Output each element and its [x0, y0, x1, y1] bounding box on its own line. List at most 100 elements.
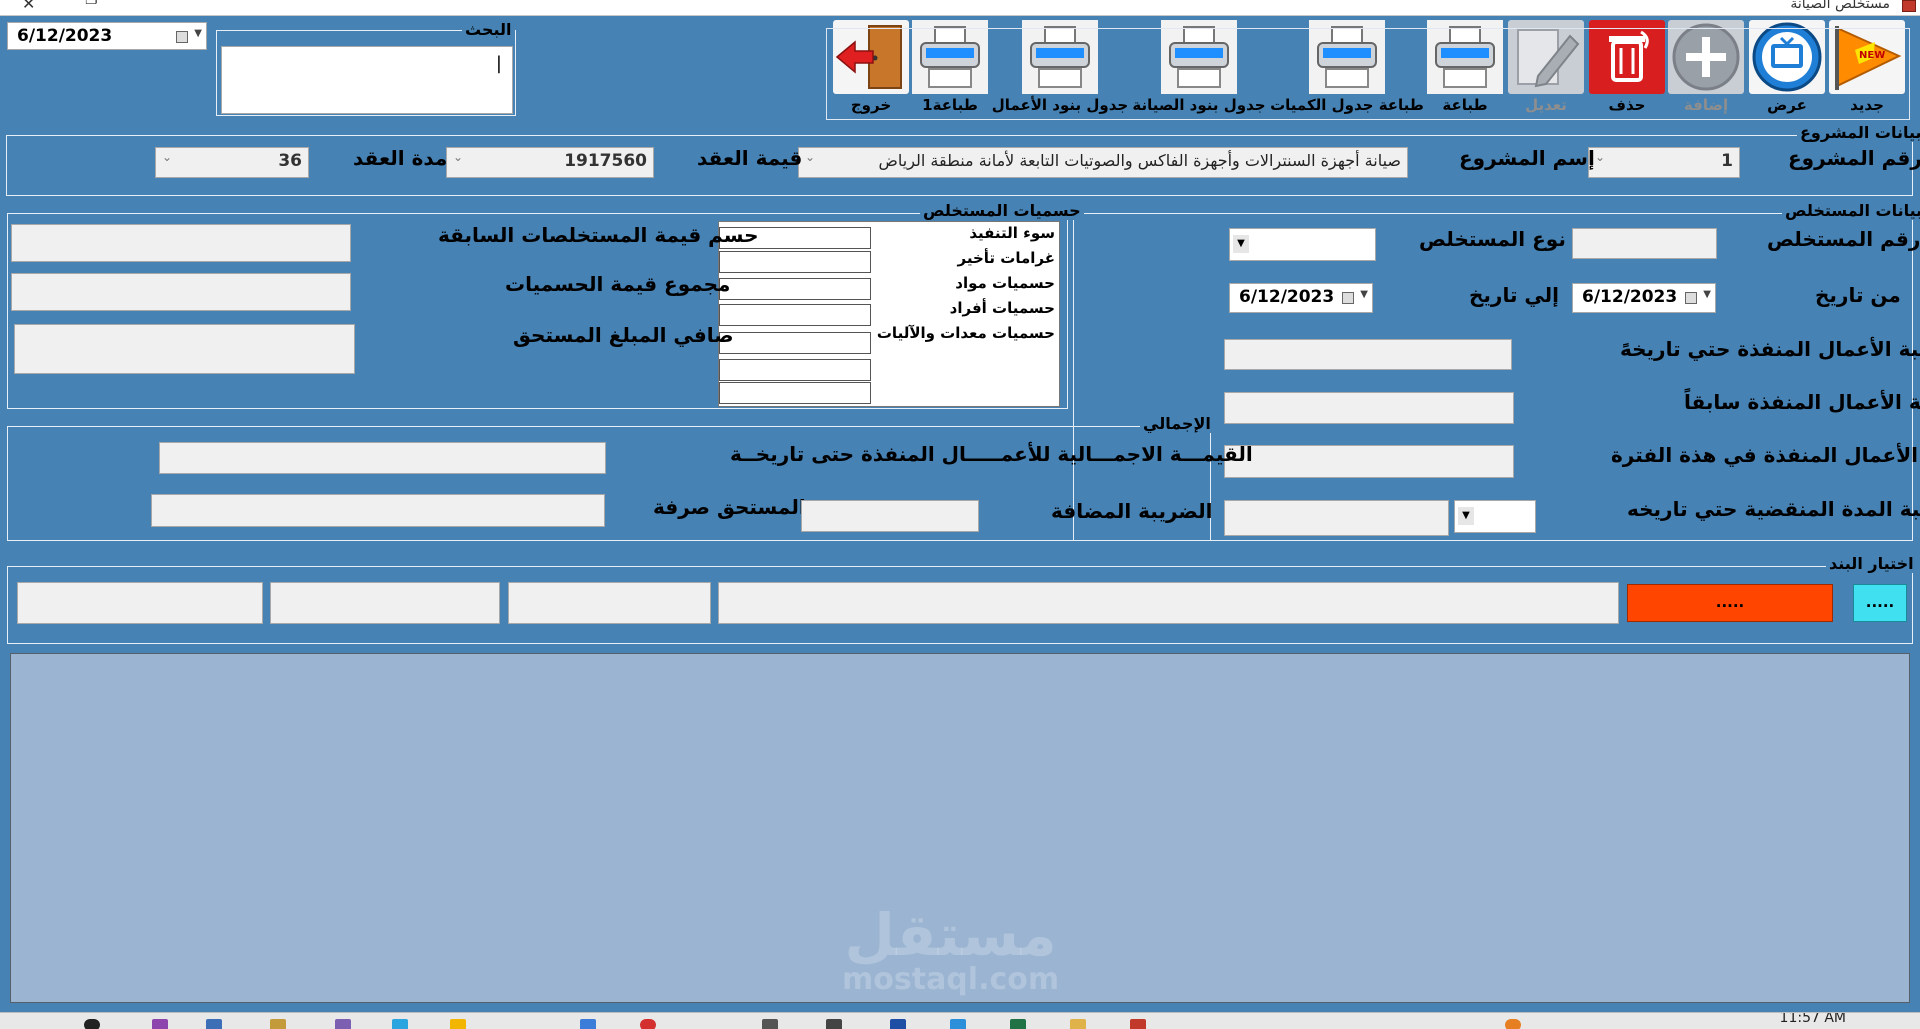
app-icon-11[interactable] — [890, 1019, 906, 1029]
total-deductions-label: مجموع قيمة الحسميات — [505, 272, 731, 296]
extract-type-dropdown[interactable]: ▼ — [1229, 228, 1376, 261]
taskbar: 11:57 AM — [0, 1012, 1920, 1029]
search-input[interactable]: | — [221, 46, 513, 114]
item-orange-button[interactable]: ..... — [1627, 584, 1833, 622]
app-icon-6[interactable] — [450, 1019, 466, 1029]
vat-label: الضريبة المضافة — [1051, 499, 1213, 523]
app-icon-4[interactable] — [335, 1019, 351, 1029]
deduction-input-3[interactable] — [719, 278, 871, 300]
pct-to-date-field[interactable] — [1224, 339, 1512, 370]
due-payment-field[interactable] — [151, 494, 605, 527]
project-name-value: صيانة أجهزة السنترالات وأجهزة الفاكس وال… — [878, 151, 1401, 170]
vat-field[interactable] — [801, 500, 979, 532]
from-date-value: 6/12/2023 — [1582, 287, 1678, 307]
deduction-input-2[interactable] — [719, 251, 871, 273]
maximize-icon[interactable]: ❐ — [85, 0, 98, 8]
app-icon-3[interactable] — [270, 1019, 286, 1029]
chevron-down-icon: ⌄ — [453, 150, 464, 164]
app-icon-12[interactable] — [950, 1019, 966, 1029]
contract-value-value: 1917560 — [564, 151, 647, 171]
total-deductions-field[interactable] — [11, 273, 351, 311]
project-name-combo[interactable]: صيانة أجهزة السنترالات وأجهزة الفاكس وال… — [798, 147, 1408, 178]
search-icon[interactable] — [84, 1019, 100, 1029]
app-icon-15[interactable] — [1130, 1019, 1146, 1029]
calendar-icon — [176, 31, 188, 43]
watermark: مستقل mostaql.com — [842, 905, 1059, 995]
calendar-icon — [1342, 292, 1354, 304]
app-icon-10[interactable] — [826, 1019, 842, 1029]
net-due-label: صافي المبلغ المستحق — [513, 323, 734, 347]
deduction-item-delay-fines: غرامات تأخير — [957, 249, 1055, 267]
app-icon-14[interactable] — [1070, 1019, 1086, 1029]
totals-group-title: الإجمالي — [1140, 414, 1214, 433]
pct-elapsed-field[interactable] — [1224, 500, 1449, 536]
close-icon[interactable]: ✕ — [22, 0, 35, 13]
project-number-combo[interactable]: 1 ⌄ — [1588, 147, 1740, 178]
tray-icon[interactable] — [1505, 1019, 1521, 1029]
app-icon-13[interactable] — [1010, 1019, 1026, 1029]
item-field-description[interactable] — [718, 582, 1619, 624]
extract-group-title: بيانات المستخلص — [1782, 201, 1920, 220]
chevron-down-icon: ⌄ — [805, 150, 816, 164]
clock-time: 11:57 AM — [1779, 1012, 1846, 1026]
chevron-down-icon: ▼ — [1360, 289, 1368, 300]
chevron-down-icon: ▼ — [1458, 507, 1474, 525]
top-date-picker[interactable]: 6/12/2023 ▼ — [7, 22, 207, 50]
pct-period-field[interactable] — [1224, 445, 1514, 478]
item-field-2[interactable] — [270, 582, 500, 624]
item-field-1[interactable] — [17, 582, 263, 624]
item-cyan-button[interactable]: ..... — [1853, 584, 1907, 622]
extract-number-field[interactable] — [1572, 228, 1717, 259]
deductions-list: سوء التنفيذ غرامات تأخير حسميات مواد حسم… — [718, 221, 1060, 407]
app-icon-5[interactable] — [392, 1019, 408, 1029]
contract-value-combo[interactable]: 1917560 ⌄ — [446, 147, 654, 178]
pct-previous-field[interactable] — [1224, 392, 1514, 424]
prev-extracts-label: حسم قيمة المستخلصات السابقة — [438, 223, 759, 247]
to-date-value: 6/12/2023 — [1239, 287, 1335, 307]
deduction-input-4[interactable] — [719, 304, 871, 326]
pct-elapsed-label: نسبة المدة المنقضية حتي تاريخه — [1627, 497, 1920, 521]
deduction-item-poor-execution: سوء التنفيذ — [969, 224, 1055, 242]
from-date-label: من تاريخ — [1815, 283, 1901, 307]
duration-combo[interactable]: 36 ⌄ — [155, 147, 309, 178]
app-icon-8[interactable] — [640, 1019, 656, 1029]
text-cursor: | — [495, 53, 502, 74]
deduction-item-materials: حسميات مواد — [955, 274, 1055, 292]
deductions-group-title: حسميات المستخلص — [920, 201, 1084, 220]
duration-value: 36 — [278, 151, 302, 171]
app-icon-9[interactable] — [762, 1019, 778, 1029]
total-work-label: القيمـــة الاجمـــالية للأعمـــــال المن… — [730, 442, 1253, 466]
project-group-title: بيانات المشروع — [1797, 123, 1920, 142]
window-title: مستخلص الصيانة — [1790, 0, 1890, 12]
extract-number-label: رقم المستخلص — [1767, 227, 1920, 251]
pct-to-date-label: نسبة الأعمال المنفذة حتي تاريخهً — [1620, 337, 1920, 361]
app-icon-2[interactable] — [206, 1019, 222, 1029]
pct-elapsed-dropdown[interactable]: ▼ — [1454, 500, 1536, 533]
deduction-input-7[interactable] — [719, 382, 871, 404]
chevron-down-icon: ▼ — [1233, 235, 1249, 253]
duration-label: مدة العقد — [353, 146, 448, 170]
deduction-input-6[interactable] — [719, 359, 871, 381]
project-number-value: 1 — [1721, 151, 1733, 171]
project-name-label: إسم المشروع — [1459, 146, 1595, 170]
prev-extracts-field[interactable] — [11, 224, 351, 262]
item-field-3[interactable] — [508, 582, 711, 624]
deduction-item-equipment: حسميات معدات والآليات — [876, 324, 1055, 342]
deduction-item-personnel: حسميات أفراد — [949, 299, 1055, 317]
toolbar-frame — [826, 28, 1910, 120]
extract-type-label: نوع المستخلص — [1419, 227, 1566, 251]
project-number-label: رقم المشروع — [1788, 146, 1920, 170]
from-date-picker[interactable]: 6/12/2023 ▼ — [1572, 283, 1716, 313]
net-due-field[interactable] — [14, 324, 355, 374]
item-select-group-title: اختيار البند — [1826, 554, 1917, 573]
app-icon-1[interactable] — [152, 1019, 168, 1029]
title-bar: ✕ ❐ مستخلص الصيانة — [0, 0, 1920, 16]
to-date-label: إلي تاريخ — [1469, 283, 1560, 307]
total-work-field[interactable] — [159, 442, 606, 474]
chevron-down-icon: ▼ — [1703, 289, 1711, 300]
to-date-picker[interactable]: 6/12/2023 ▼ — [1229, 283, 1373, 313]
top-date-value: 6/12/2023 — [17, 26, 113, 46]
app-icon — [1902, 0, 1916, 12]
deduction-input-5[interactable] — [719, 332, 871, 354]
app-icon-7[interactable] — [580, 1019, 596, 1029]
